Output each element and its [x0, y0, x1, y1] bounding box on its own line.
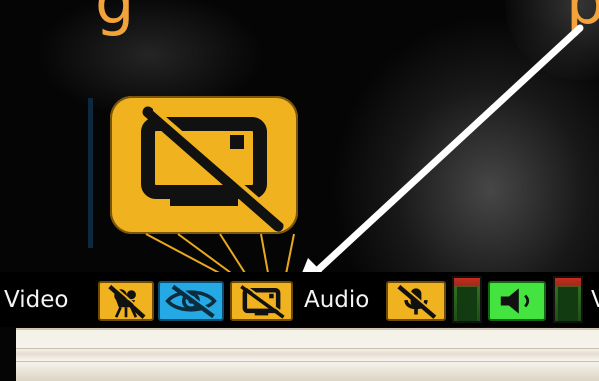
- media-toolbar: Video Audio V: [0, 272, 599, 327]
- zoomed-screen-share-off-icon: [110, 96, 298, 234]
- screen-share-off-icon: [240, 284, 287, 319]
- camera-off-button[interactable]: [98, 281, 154, 321]
- audio-level-meter-right-fill: [558, 287, 578, 321]
- audio-label: Audio: [304, 287, 370, 313]
- microphone-off-icon: [397, 284, 439, 319]
- eye-off-button[interactable]: [158, 281, 224, 321]
- screen-share-off-button[interactable]: [230, 281, 293, 321]
- cut-off-toolbar-label: V: [591, 287, 599, 313]
- screenshot-stage: g p Video Audio V: [0, 0, 599, 381]
- heading-fragment-left: g: [95, 0, 135, 38]
- video-label: Video: [4, 287, 69, 313]
- cropped-heading: g p: [0, 0, 599, 42]
- screen-share-off-icon: [141, 106, 286, 232]
- eye-off-icon: [165, 284, 217, 319]
- left-divider: [88, 98, 93, 248]
- speaker-button[interactable]: [488, 281, 546, 321]
- speaker-icon: [500, 288, 530, 314]
- audio-level-meter-left: [452, 276, 482, 323]
- bottom-window-strip: [16, 328, 599, 381]
- window-strip-divider-top: [16, 348, 599, 349]
- camera-off-icon: [108, 284, 148, 319]
- audio-level-meter-right: [553, 276, 583, 323]
- audio-level-meter-left-fill: [457, 287, 477, 321]
- window-strip-divider-bottom: [16, 361, 599, 362]
- heading-fragment-right: p: [566, 0, 599, 38]
- microphone-off-button[interactable]: [386, 281, 446, 321]
